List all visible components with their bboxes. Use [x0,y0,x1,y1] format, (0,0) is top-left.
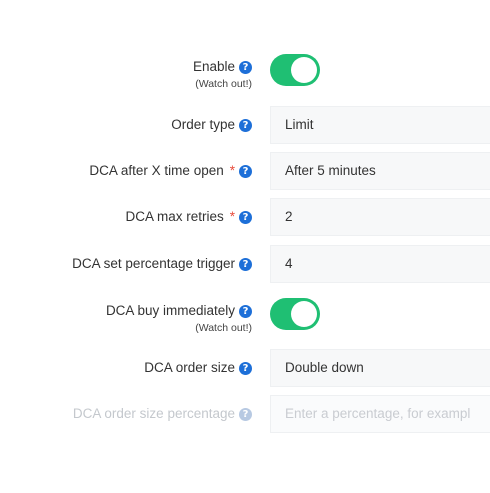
question-circle-icon[interactable]: ? [239,257,252,271]
dca-order-size-pct-input: Enter a percentage, for exampl [270,395,490,433]
question-circle-icon[interactable]: ? [239,118,252,132]
required-mark: * [229,209,235,224]
question-circle-icon: ? [239,407,252,421]
dca-trigger-label-text: DCA set percentage trigger [72,256,235,271]
dca-buy-immediately-warning-note: (Watch out!) [195,322,252,334]
dca-order-size-select[interactable]: Double down [270,349,490,387]
dca-max-retries-label: DCA max retries * ? [125,208,252,226]
dca-after-label-text: DCA after X time open [89,163,224,178]
enable-label: Enable ? [193,58,252,76]
dca-order-size-pct-label-text: DCA order size percentage [72,406,235,421]
enable-warning-note: (Watch out!) [195,78,252,90]
dca-buy-immediately-label-text: DCA buy immediately [105,303,235,318]
question-circle-icon[interactable]: ? [239,304,252,318]
dca-trigger-input[interactable]: 4 [270,245,490,283]
dca-trigger-label: DCA set percentage trigger ? [72,255,252,273]
dca-order-size-label: DCA order size ? [144,359,252,377]
question-circle-icon[interactable]: ? [239,164,252,178]
dca-settings-form: Enable ? (Watch out!) Order type ? Limit… [0,0,490,493]
dca-order-size-label-text: DCA order size [144,360,235,375]
question-circle-icon[interactable]: ? [239,60,252,74]
dca-buy-immediately-toggle[interactable] [270,298,320,330]
question-circle-icon[interactable]: ? [239,361,252,375]
enable-label-text: Enable [192,59,235,74]
dca-after-label: DCA after X time open * ? [89,162,252,180]
required-mark: * [229,163,235,178]
enable-toggle[interactable] [270,54,320,86]
order-type-label: Order type ? [171,116,252,134]
dca-order-size-pct-label: DCA order size percentage ? [73,405,252,423]
toggle-knob [291,301,317,327]
order-type-label-text: Order type [171,117,235,132]
question-circle-icon[interactable]: ? [239,210,252,224]
dca-max-retries-label-text: DCA max retries [125,209,224,224]
dca-after-select[interactable]: After 5 minutes [270,152,490,190]
dca-max-retries-input[interactable]: 2 [270,198,490,236]
order-type-select[interactable]: Limit [270,106,490,144]
dca-buy-immediately-label: DCA buy immediately ? [106,302,252,320]
toggle-knob [291,57,317,83]
